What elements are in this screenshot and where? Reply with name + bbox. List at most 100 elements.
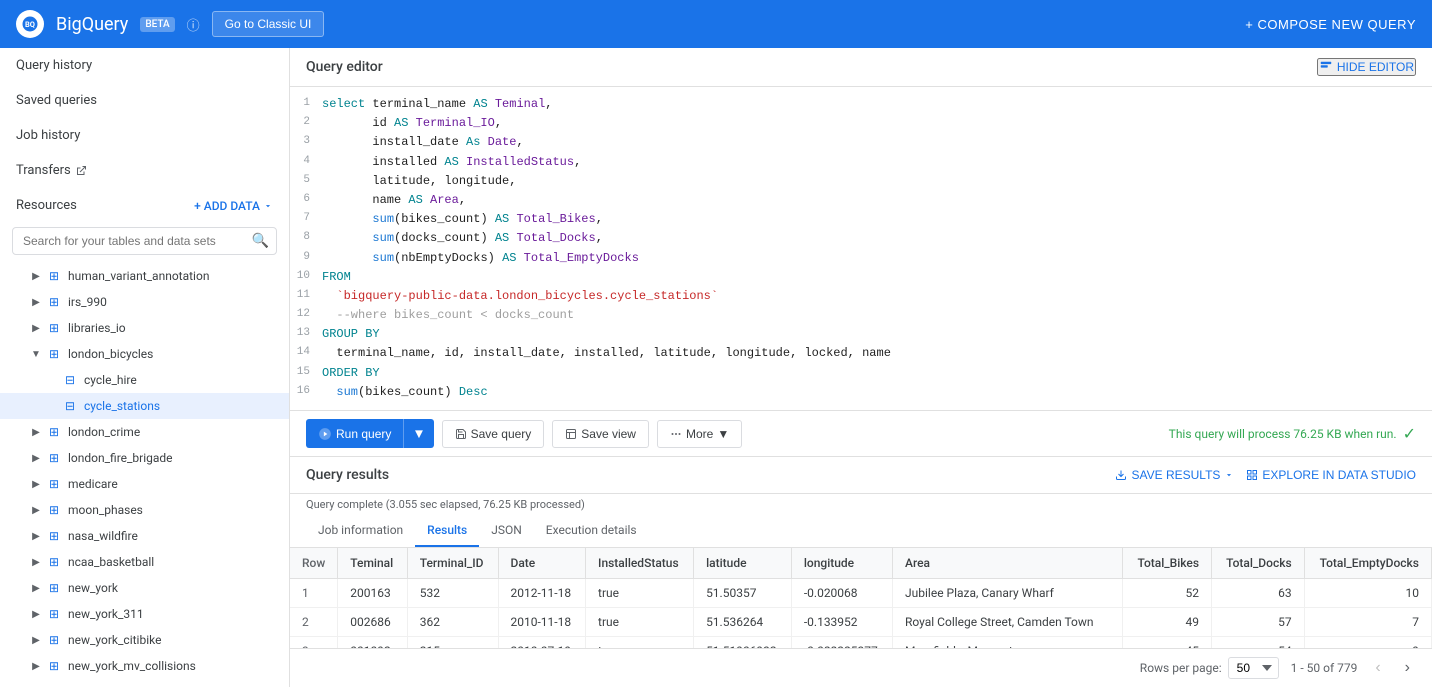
tree-item-london-crime[interactable]: ▶ ⊞ london_crime (0, 419, 289, 445)
tree-item-new-york-mv[interactable]: ▶ ⊞ new_york_mv_collisions (0, 653, 289, 679)
cell-date: 2010-11-18 (498, 608, 586, 637)
main-layout: Query history Saved queries Job history … (0, 48, 1432, 687)
tree-item-cycle-hire[interactable]: ▶ ⊟ cycle_hire (0, 367, 289, 393)
dataset-icon: ⊞ (46, 346, 62, 362)
col-header-empty: Total_EmptyDocks (1304, 548, 1431, 579)
results-footer: Rows per page: 50 100 200 1 - 50 of 779 … (290, 648, 1432, 687)
tree-item-new-york-311[interactable]: ▶ ⊞ new_york_311 (0, 601, 289, 627)
topbar-right: + COMPOSE NEW QUERY (1245, 17, 1416, 32)
tree-item-medicare[interactable]: ▶ ⊞ medicare (0, 471, 289, 497)
tab-job-information[interactable]: Job information (306, 515, 415, 547)
results-table[interactable]: Row Teminal Terminal_ID Date InstalledSt… (290, 548, 1432, 648)
tab-execution-details[interactable]: Execution details (534, 515, 649, 547)
sidebar: Query history Saved queries Job history … (0, 48, 290, 687)
search-bar: 🔍 (12, 227, 277, 255)
resources-header: Resources + ADD DATA (0, 188, 289, 223)
code-editor[interactable]: 1select terminal_name AS Teminal, 2 id A… (290, 87, 1432, 410)
sidebar-item-job-history[interactable]: Job history (0, 118, 289, 153)
table-icon: ⊟ (62, 398, 78, 414)
explore-data-studio-button[interactable]: EXPLORE IN DATA STUDIO (1246, 468, 1416, 482)
cell-lat: 51.51906932 (694, 637, 792, 649)
chevron-down-icon: ▼ (28, 346, 44, 362)
col-header-terminal-id: Terminal_ID (407, 548, 498, 579)
cell-date: 2010-07-19 (498, 637, 586, 649)
tree-item-new-york-taxi[interactable]: ▶ ⊞ new_york_taxi_trips (0, 679, 289, 687)
chevron-right-icon: ▶ (28, 528, 44, 544)
hide-editor-button[interactable]: HIDE EDITOR (1317, 58, 1416, 76)
table-row: 2 002686 362 2010-11-18 true 51.536264 -… (290, 608, 1432, 637)
dataset-icon: ⊞ (46, 554, 62, 570)
query-status: This query will process 76.25 KB when ru… (1169, 424, 1416, 443)
table-icon: ⊟ (62, 372, 78, 388)
tree-item-irs990[interactable]: ▶ ⊞ irs_990 (0, 289, 289, 315)
cell-empty: 10 (1304, 579, 1431, 608)
sidebar-item-query-history[interactable]: Query history (0, 48, 289, 83)
chevron-right-icon: ▶ (28, 476, 44, 492)
save-view-button[interactable]: Save view (552, 420, 649, 448)
editor-panel: Query editor HIDE EDITOR 1select termina… (290, 48, 1432, 457)
beta-badge: BETA (140, 17, 174, 32)
page-info: 1 - 50 of 779 (1291, 661, 1358, 675)
tree-item-new-york-citibike[interactable]: ▶ ⊞ new_york_citibike (0, 627, 289, 653)
app-logo: BQ (16, 10, 44, 38)
rows-per-page-label: Rows per page: (1140, 661, 1222, 675)
chevron-right-icon: ▶ (28, 632, 44, 648)
tree-item-ncaa[interactable]: ▶ ⊞ ncaa_basketball (0, 549, 289, 575)
run-query-group: Run query ▼ (306, 419, 434, 448)
save-results-button[interactable]: SAVE RESULTS (1115, 468, 1234, 482)
topbar-left: BQ BigQuery BETA ⓘ Go to Classic UI (16, 10, 324, 38)
cell-row: 3 (290, 637, 338, 649)
chevron-right-icon: ▶ (28, 424, 44, 440)
tab-results[interactable]: Results (415, 515, 479, 547)
results-title: Query results (306, 467, 389, 483)
col-header-longitude: longitude (791, 548, 892, 579)
cell-terminal: 001092 (338, 637, 407, 649)
dataset-icon: ⊞ (46, 606, 62, 622)
dataset-icon: ⊞ (46, 294, 62, 310)
tree-item-london-fire[interactable]: ▶ ⊞ london_fire_brigade (0, 445, 289, 471)
tree-item-cycle-stations[interactable]: ▶ ⊟ cycle_stations (0, 393, 289, 419)
dataset-icon: ⊞ (46, 502, 62, 518)
cell-bikes: 45 (1123, 637, 1212, 649)
query-info: Query complete (3.055 sec elapsed, 76.25… (290, 494, 1432, 515)
classic-ui-button[interactable]: Go to Classic UI (212, 11, 325, 37)
rows-per-page-select[interactable]: 50 100 200 (1228, 657, 1279, 679)
run-query-button[interactable]: Run query (306, 419, 403, 448)
save-query-button[interactable]: Save query (442, 420, 545, 448)
toolbar-left: Run query ▼ Save query Save view M (306, 419, 742, 448)
more-button[interactable]: More ▼ (657, 420, 742, 448)
rows-per-page: Rows per page: 50 100 200 (1140, 657, 1279, 679)
sidebar-item-saved-queries[interactable]: Saved queries (0, 83, 289, 118)
data-table: Row Teminal Terminal_ID Date InstalledSt… (290, 548, 1432, 648)
cell-lat: 51.536264 (694, 608, 792, 637)
tree-item-new-york[interactable]: ▶ ⊞ new_york (0, 575, 289, 601)
tree-item-nasa-wildfire[interactable]: ▶ ⊞ nasa_wildfire (0, 523, 289, 549)
dataset-icon: ⊞ (46, 658, 62, 674)
cell-bikes: 49 (1123, 608, 1212, 637)
col-header-area: Area (893, 548, 1123, 579)
prev-page-button[interactable]: ‹ (1369, 657, 1386, 679)
col-header-status: InstalledStatus (586, 548, 694, 579)
cell-docks: 54 (1212, 637, 1305, 649)
dataset-icon: ⊞ (46, 450, 62, 466)
cell-lon: -0.020068 (791, 579, 892, 608)
col-header-latitude: latitude (694, 548, 792, 579)
editor-title: Query editor (306, 59, 383, 75)
info-icon[interactable]: ⓘ (187, 15, 200, 34)
tab-json[interactable]: JSON (479, 515, 534, 547)
sidebar-item-transfers[interactable]: Transfers (0, 153, 289, 188)
dataset-icon: ⊞ (46, 268, 62, 284)
tree-item-human-variant[interactable]: ▶ ⊞ human_variant_annotation (0, 263, 289, 289)
app-title: BigQuery (56, 14, 128, 35)
run-query-dropdown-button[interactable]: ▼ (403, 419, 433, 448)
tree-item-moon-phases[interactable]: ▶ ⊞ moon_phases (0, 497, 289, 523)
tree-item-london-bicycles[interactable]: ▼ ⊞ london_bicycles (0, 341, 289, 367)
add-data-button[interactable]: + ADD DATA (194, 199, 273, 213)
compose-query-button[interactable]: + COMPOSE NEW QUERY (1245, 17, 1416, 32)
svg-text:BQ: BQ (25, 20, 35, 29)
chevron-right-icon: ▶ (28, 502, 44, 518)
search-input[interactable] (12, 227, 277, 255)
tree-item-libraries-io[interactable]: ▶ ⊞ libraries_io (0, 315, 289, 341)
next-page-button[interactable]: › (1399, 657, 1416, 679)
cell-terminal: 002686 (338, 608, 407, 637)
